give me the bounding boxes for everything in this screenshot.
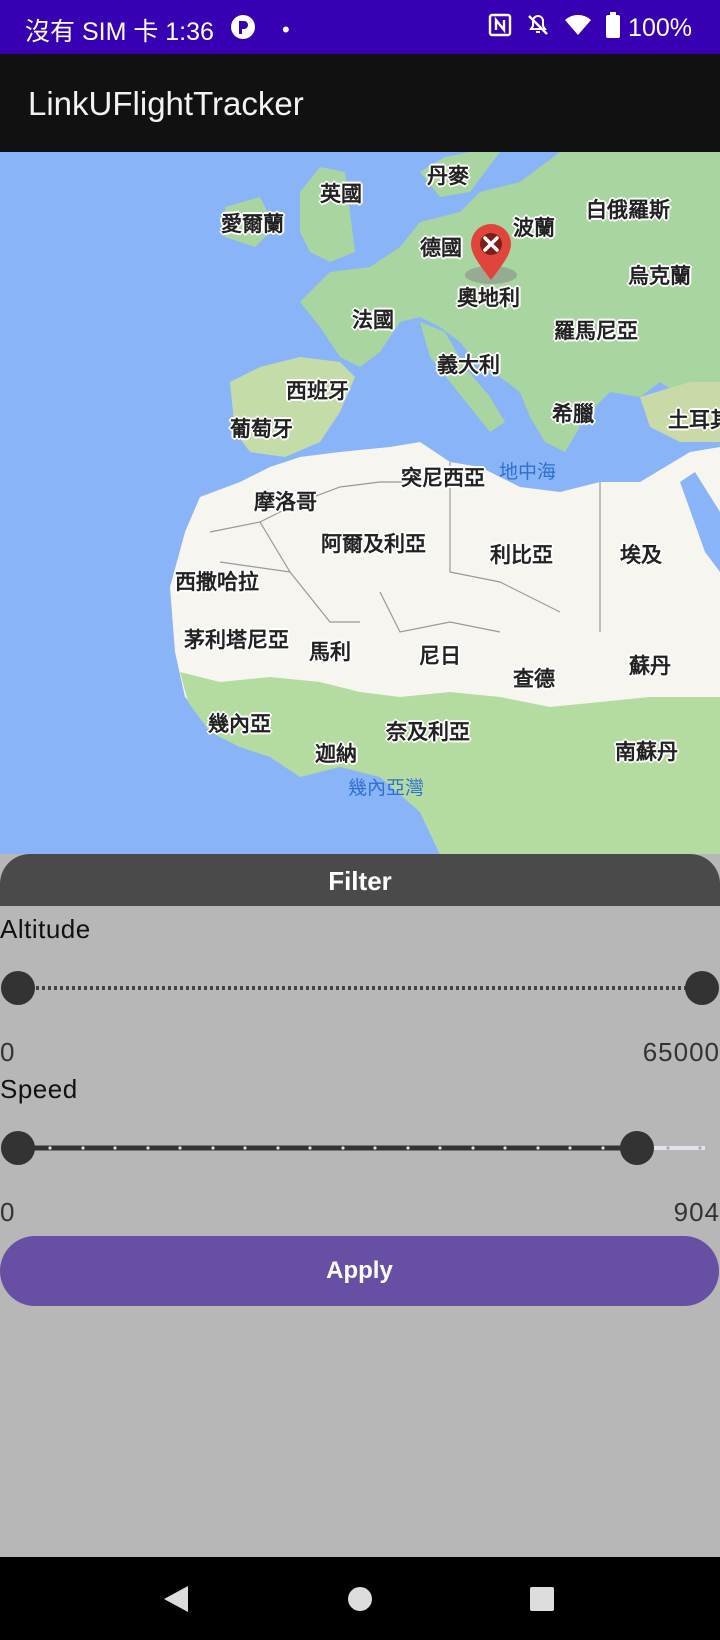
filter-header[interactable]: Filter — [0, 854, 720, 906]
map-label: 葡萄牙 — [230, 417, 293, 441]
speed-max-value: 904 — [673, 1197, 720, 1227]
map-label: 法國 — [352, 308, 394, 332]
map-label: 阿爾及利亞 — [321, 532, 426, 556]
speed-label: Speed — [0, 1074, 78, 1104]
map-label: 迦納 — [315, 742, 357, 766]
map-label: 希臘 — [552, 402, 594, 426]
map-label: 羅馬尼亞 — [554, 319, 638, 343]
map-label: 茅利塔尼亞 — [184, 628, 289, 652]
map-label: 烏克蘭 — [628, 264, 691, 288]
flight-marker-icon[interactable] — [461, 220, 521, 290]
map-label: 尼日 — [419, 644, 461, 668]
battery-percent: 100% — [628, 14, 692, 42]
speed-max-thumb[interactable] — [620, 1131, 654, 1165]
map-label: 查德 — [513, 667, 555, 691]
back-button[interactable] — [136, 1557, 216, 1640]
altitude-max-value: 65000 — [642, 1037, 720, 1067]
app-bar: LinkUFlightTracker — [0, 54, 720, 152]
app-notification-icon — [230, 14, 256, 47]
status-left: 沒有 SIM 卡 1:36 • — [25, 12, 290, 48]
notification-dot: • — [281, 17, 290, 42]
map-label: 英國 — [320, 182, 362, 206]
altitude-range-slider[interactable] — [0, 968, 720, 1008]
battery-icon — [606, 12, 621, 45]
filter-title: Filter — [328, 866, 392, 896]
map-label: 西班牙 — [286, 379, 349, 403]
navigation-bar — [0, 1557, 720, 1640]
recents-button[interactable] — [502, 1557, 582, 1640]
altitude-min-thumb[interactable] — [1, 971, 35, 1005]
sea-label: 地中海 — [499, 461, 557, 483]
sea-label: 幾內亞灣 — [348, 777, 425, 799]
map-label: 西撒哈拉 — [175, 570, 259, 594]
altitude-min-value: 0 — [0, 1037, 16, 1067]
map-label: 摩洛哥 — [254, 490, 317, 514]
map-label: 南蘇丹 — [615, 740, 678, 764]
map-label: 埃及 — [620, 543, 662, 567]
map-label: 蘇丹 — [629, 654, 671, 678]
carrier-time: 沒有 SIM 卡 1:36 — [25, 18, 214, 46]
altitude-max-thumb[interactable] — [685, 971, 719, 1005]
altitude-label: Altitude — [0, 914, 91, 944]
speed-min-value: 0 — [0, 1197, 16, 1227]
map-label: 土耳其 — [668, 408, 720, 432]
map-label: 白俄羅斯 — [586, 198, 670, 222]
map-label: 愛爾蘭 — [221, 212, 284, 236]
recents-square-icon — [530, 1586, 554, 1611]
speed-range-slider[interactable] — [0, 1128, 720, 1168]
map-label: 馬利 — [309, 640, 351, 664]
wifi-icon — [564, 13, 592, 44]
nfc-icon — [488, 13, 512, 44]
status-right: 100% — [488, 12, 692, 45]
mute-icon — [526, 13, 550, 44]
back-triangle-icon — [164, 1585, 188, 1612]
home-button[interactable] — [320, 1557, 400, 1640]
filter-panel: Filter Altitude 0 65000 Speed 0 904 Appl… — [0, 854, 720, 1557]
map-view[interactable]: 丹麥 英國 愛爾蘭 白俄羅斯 德國 波蘭 烏克蘭 奧地利 法國 羅馬尼亞 義大利… — [0, 152, 720, 854]
map-label: 利比亞 — [490, 543, 553, 567]
map-landmass — [170, 152, 720, 854]
map-label: 義大利 — [437, 353, 500, 377]
map-label: 幾內亞 — [208, 712, 271, 736]
status-bar: 沒有 SIM 卡 1:36 • 100% — [0, 0, 720, 54]
speed-min-thumb[interactable] — [1, 1131, 35, 1165]
app-title: LinkUFlightTracker — [28, 85, 304, 122]
home-circle-icon — [348, 1586, 372, 1611]
map-label: 丹麥 — [427, 164, 469, 188]
map-label: 奈及利亞 — [386, 720, 470, 744]
map-label: 德國 — [420, 236, 462, 260]
map-label: 突尼西亞 — [401, 466, 485, 490]
apply-button[interactable]: Apply — [0, 1236, 719, 1306]
